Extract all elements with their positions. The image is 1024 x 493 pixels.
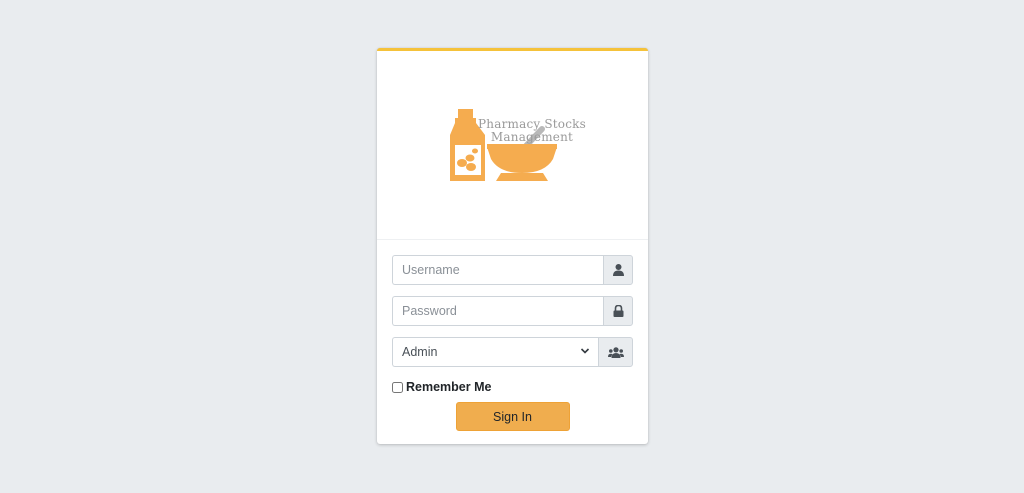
role-group: Admin bbox=[392, 337, 633, 367]
role-select-wrap: Admin bbox=[392, 337, 598, 367]
username-addon bbox=[603, 255, 633, 285]
password-group bbox=[392, 296, 633, 326]
lock-icon bbox=[613, 305, 623, 317]
role-select[interactable]: Admin bbox=[392, 337, 598, 367]
card-header: Pharmacy Stocks Management bbox=[377, 51, 648, 240]
logo-text: Pharmacy Stocks Management bbox=[477, 118, 587, 144]
remember-label[interactable]: Remember Me bbox=[406, 380, 491, 394]
logo-text-line2: Management bbox=[490, 130, 574, 144]
sign-in-button[interactable]: Sign In bbox=[455, 402, 570, 431]
role-addon bbox=[598, 337, 633, 367]
button-row: Sign In bbox=[392, 402, 633, 431]
user-icon bbox=[612, 264, 624, 276]
password-input[interactable] bbox=[392, 296, 603, 326]
login-form: Admin Remember Me bbox=[377, 240, 648, 431]
remember-checkbox[interactable] bbox=[392, 381, 403, 393]
login-card: Pharmacy Stocks Management Username Admi… bbox=[377, 48, 648, 444]
remember-row: Remember Me bbox=[392, 378, 633, 396]
users-icon bbox=[607, 346, 624, 358]
password-addon bbox=[603, 296, 633, 326]
username-group bbox=[392, 255, 633, 285]
username-input[interactable] bbox=[392, 255, 603, 285]
